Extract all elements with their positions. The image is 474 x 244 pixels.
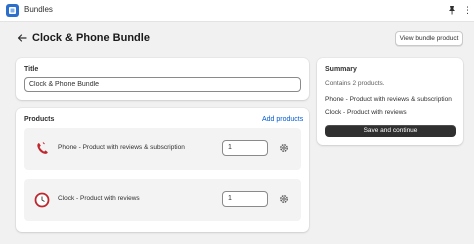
page-title: Clock & Phone Bundle [32,32,150,44]
clock-icon [34,192,50,208]
gear-icon[interactable] [279,194,289,204]
summary-item: Clock - Product with reviews [325,109,407,116]
product-name: Clock - Product with reviews [58,195,140,202]
bundles-app-icon [6,4,19,17]
product-name: Phone - Product with reviews & subscript… [58,144,185,151]
product-row: Clock - Product with reviews 1 [24,179,301,221]
add-products-link[interactable]: Add products [262,116,303,123]
view-bundle-product-button[interactable]: View bundle product [395,31,463,46]
quantity-input[interactable]: 1 [222,191,268,207]
app-top-bar: Bundles ⋮ [0,0,474,22]
app-name: Bundles [24,5,53,14]
products-card: Products Add products Phone - Product wi… [16,108,309,232]
product-row: Phone - Product with reviews & subscript… [24,128,301,170]
arrow-left-icon[interactable] [17,33,27,43]
save-and-continue-button[interactable]: Save and continue [325,125,456,137]
summary-item: Phone - Product with reviews & subscript… [325,96,452,103]
pin-icon[interactable] [447,5,457,15]
phone-icon [37,142,48,154]
summary-count: Contains 2 products. [325,80,385,87]
summary-card: Summary Contains 2 products. Phone - Pro… [317,58,463,145]
more-options-icon[interactable]: ⋮ [463,5,472,16]
summary-heading: Summary [325,66,357,73]
quantity-input[interactable]: 1 [222,140,268,156]
title-input[interactable] [24,77,301,92]
gear-icon[interactable] [279,143,289,153]
title-heading: Title [24,66,39,73]
products-heading: Products [24,116,55,123]
title-card: Title [16,58,309,100]
